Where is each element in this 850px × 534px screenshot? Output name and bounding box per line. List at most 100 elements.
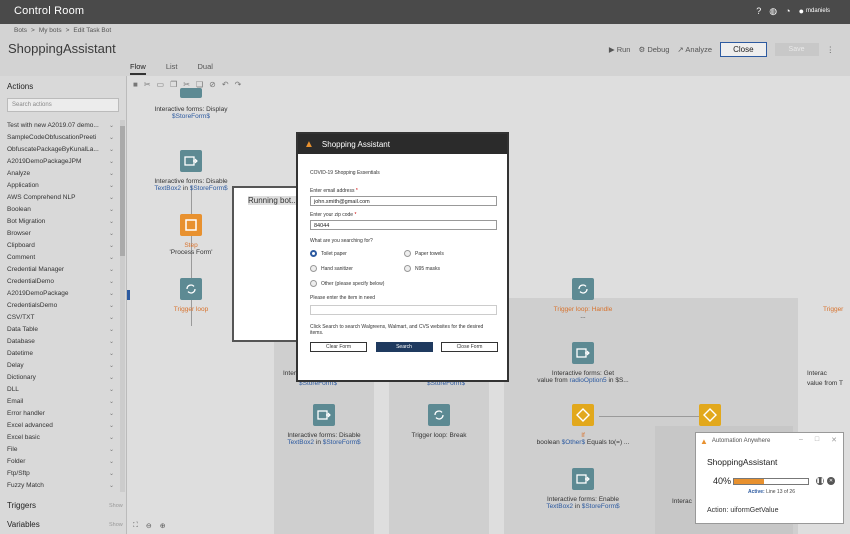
action-item[interactable]: A2019DemoPackageJPM ⌄ (0, 156, 118, 168)
maximize-icon[interactable]: □ (815, 436, 819, 444)
action-item[interactable]: Credential Manager ⌄ (0, 264, 118, 276)
radio-paper-towels[interactable]: Paper towels (404, 250, 498, 257)
other-item-field[interactable] (310, 305, 497, 315)
action-item[interactable]: Email ⌄ (0, 396, 118, 408)
zoom-out-icon[interactable]: ⊖ (146, 522, 152, 530)
search-actions-input[interactable]: Search actions (7, 98, 119, 112)
node-variable: $StoreForm$ (189, 185, 228, 192)
zip-field[interactable]: 84044 (310, 220, 497, 230)
sidebar-scrollbar[interactable] (120, 120, 125, 492)
radio-n95-masks[interactable]: N95 masks (404, 265, 498, 272)
close-button[interactable]: Close (720, 42, 767, 57)
debug-button[interactable]: ⚙ Debug (638, 45, 669, 54)
close-icon[interactable]: ✕ (831, 436, 837, 444)
dialog-body: COVID-19 Shopping Essentials Enter email… (310, 164, 498, 352)
progress-app-name: Automation Anywhere (711, 438, 771, 444)
minimize-icon[interactable]: – (799, 436, 803, 444)
action-item[interactable]: Data Table ⌄ (0, 324, 118, 336)
node-forms-display[interactable]: Interactive forms: Display $StoreForm$ (141, 88, 241, 120)
action-item[interactable]: SampleCodeObfuscationPreeti ⌄ (0, 132, 118, 144)
chevron-down-icon: ⌄ (108, 459, 114, 465)
radio-toilet-paper[interactable]: Toilet paper (310, 250, 404, 257)
triggers-show-link[interactable]: Show (109, 503, 123, 509)
node-forms-get[interactable]: Interactive forms: Get value from radioO… (527, 342, 639, 384)
email-field[interactable]: john.smith@gmail.com (310, 196, 497, 206)
help-icon[interactable]: ? (756, 6, 761, 17)
close-form-button[interactable]: Close Form (441, 342, 498, 352)
action-item[interactable]: DLL ⌄ (0, 384, 118, 396)
automation-anywhere-logo-icon: ▲ (700, 436, 708, 446)
action-item[interactable]: Browser ⌄ (0, 228, 118, 240)
variables-section[interactable]: Variables (7, 520, 40, 529)
globe-icon[interactable]: ◍ (769, 6, 777, 17)
action-item[interactable]: Database ⌄ (0, 336, 118, 348)
scroll-marker (127, 290, 130, 300)
action-item[interactable]: Dictionary ⌄ (0, 372, 118, 384)
action-item[interactable]: Datetime ⌄ (0, 348, 118, 360)
scrollbar-thumb[interactable] (120, 126, 125, 256)
action-item[interactable]: File ⌄ (0, 444, 118, 456)
user-name[interactable]: mdaniels (806, 8, 830, 14)
fit-icon[interactable]: ⛶ (133, 522, 138, 530)
triggers-section[interactable]: Triggers (7, 501, 36, 510)
action-item[interactable]: Test with new A2019.07 demo... ⌄ (0, 120, 118, 132)
action-item[interactable]: Fuzzy Match ⌄ (0, 480, 118, 492)
tab-flow[interactable]: Flow (130, 62, 146, 75)
node-trigger-break[interactable]: Trigger loop: Break (389, 404, 489, 439)
action-item[interactable]: Delay ⌄ (0, 360, 118, 372)
shopping-assistant-dialog: ▲ Shopping Assistant COVID-19 Shopping E… (296, 132, 509, 382)
save-button[interactable]: Save (774, 43, 819, 56)
action-item-label: CSV/TXT (7, 314, 35, 321)
node-trigger-loop[interactable]: Trigger loop (141, 278, 241, 313)
tab-dual[interactable]: Dual (198, 62, 213, 75)
node-step[interactable]: Step 'Process Form' (141, 214, 241, 256)
action-item[interactable]: CredentialsDemo ⌄ (0, 300, 118, 312)
node-forms-enable[interactable]: Interactive forms: Enable TextBox2 in $S… (533, 468, 633, 510)
run-button[interactable]: ▶ Run (609, 45, 631, 54)
node-subtitle: 'Process Form' (169, 249, 213, 256)
node-forms-disable[interactable]: Interactive forms: Disable TextBox2 in $… (274, 404, 374, 446)
breadcrumb-bots[interactable]: Bots (14, 27, 27, 34)
user-icon[interactable]: ● (799, 6, 804, 17)
current-action: Action: uiformGetValue (707, 507, 779, 514)
action-item[interactable]: A2019DemoPackage ⌄ (0, 288, 118, 300)
node-trigger-handle[interactable]: Trigger loop: Handle ... (533, 278, 633, 320)
node-tail: Equals to(=) ... (585, 439, 630, 446)
action-item[interactable]: Folder ⌄ (0, 456, 118, 468)
zoom-in-icon[interactable]: ⊕ (160, 522, 166, 530)
variables-show-link[interactable]: Show (109, 522, 123, 528)
breadcrumb-my-bots[interactable]: My bots (39, 27, 62, 34)
action-item[interactable]: Analyze ⌄ (0, 168, 118, 180)
node-if-branch[interactable] (695, 404, 725, 432)
action-item[interactable]: Application ⌄ (0, 180, 118, 192)
node-if[interactable]: If boolean $Other$ Equals to(=) ... (523, 404, 643, 446)
tab-list[interactable]: List (166, 62, 178, 75)
search-button[interactable]: Search (375, 342, 433, 352)
action-item[interactable]: Ftp/Sftp ⌄ (0, 468, 118, 480)
action-item[interactable]: Error handler ⌄ (0, 408, 118, 420)
analyze-button[interactable]: ↗ Analyze (677, 45, 712, 54)
action-item[interactable]: Boolean ⌄ (0, 204, 118, 216)
action-item[interactable]: Clipboard ⌄ (0, 240, 118, 252)
more-icon[interactable]: ⋮ (827, 45, 835, 54)
action-item[interactable]: CredentialDemo ⌄ (0, 276, 118, 288)
action-item[interactable]: ObfuscatePackageByKunalLa... ⌄ (0, 144, 118, 156)
radio-other[interactable]: Other (please specify below) (310, 280, 404, 287)
clear-form-button[interactable]: Clear Form (310, 342, 367, 352)
action-item[interactable]: Comment ⌄ (0, 252, 118, 264)
pause-icon[interactable]: ❚❚ (816, 477, 824, 485)
bell-icon[interactable]: ◔ (785, 6, 790, 17)
action-item[interactable]: Bot Migration ⌄ (0, 216, 118, 228)
chevron-down-icon: ⌄ (108, 231, 114, 237)
record-icon[interactable]: ■ (133, 80, 138, 96)
action-item-label: Application (7, 182, 39, 189)
action-item-label: Datetime (7, 350, 34, 357)
action-item[interactable]: CSV/TXT ⌄ (0, 312, 118, 324)
action-item[interactable]: AWS Comprehend NLP ⌄ (0, 192, 118, 204)
action-item[interactable]: Excel advanced ⌄ (0, 420, 118, 432)
stop-icon[interactable]: ✕ (827, 477, 835, 485)
radio-hand-sanitizer[interactable]: Hand sanitizer (310, 265, 404, 272)
node-forms-disable[interactable]: Interactive forms: Disable TextBox2 in $… (141, 150, 241, 192)
action-item[interactable]: Excel basic ⌄ (0, 432, 118, 444)
node-title: Interactive forms: Disable (154, 178, 228, 185)
